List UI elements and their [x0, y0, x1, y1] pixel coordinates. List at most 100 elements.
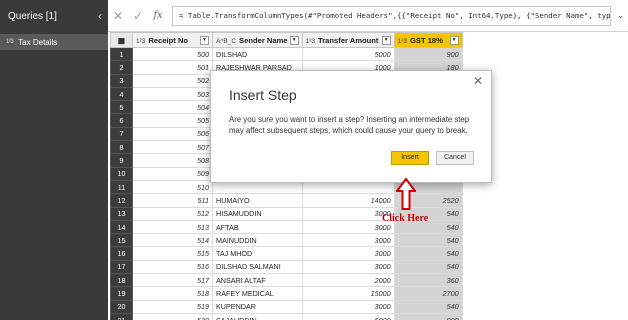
- cell-sender-name[interactable]: DILSHAD: [212, 46, 303, 62]
- cell-receipt-no[interactable]: 514: [132, 233, 213, 248]
- cell-receipt-no[interactable]: 504: [132, 100, 213, 115]
- cell-gst[interactable]: 540: [393, 246, 463, 261]
- table-row[interactable]: 17 516 DILSHAD SALMANI 3000 540: [110, 259, 463, 275]
- table-row[interactable]: 1 500 DILSHAD 5000 900: [110, 46, 463, 62]
- confirm-formula-icon[interactable]: ✓: [128, 9, 148, 23]
- cell-receipt-no[interactable]: 517: [132, 273, 213, 288]
- filter-dropdown-icon[interactable]: ▼: [200, 35, 209, 45]
- table-row[interactable]: 15 514 MAINUDDIN 3000 540: [110, 233, 463, 248]
- cell-gst[interactable]: 540: [393, 259, 463, 275]
- cell-transfer-amount[interactable]: 3000: [301, 246, 395, 261]
- cell-transfer-amount[interactable]: 14000: [301, 193, 395, 208]
- cell-receipt-no[interactable]: 513: [132, 219, 213, 235]
- cell-gst[interactable]: 540: [393, 233, 463, 248]
- cell-sender-name[interactable]: AFTAB: [212, 219, 303, 235]
- cell-gst[interactable]: 2700: [393, 286, 463, 301]
- row-number[interactable]: 15: [110, 233, 133, 248]
- cell-transfer-amount[interactable]: 3000: [301, 219, 395, 235]
- number-type-icon[interactable]: 1²3: [306, 38, 315, 45]
- cell-transfer-amount[interactable]: 5000: [301, 46, 395, 62]
- cell-receipt-no[interactable]: 512: [132, 206, 213, 221]
- column-header-gst[interactable]: 1²3 GST 18% ▼: [393, 32, 463, 48]
- cell-receipt-no[interactable]: 516: [132, 259, 213, 275]
- row-number[interactable]: 10: [110, 166, 133, 181]
- cell-receipt-no[interactable]: 500: [132, 46, 213, 62]
- cell-receipt-no[interactable]: 508: [132, 153, 213, 168]
- cell-gst[interactable]: 900: [393, 46, 463, 62]
- cell-transfer-amount[interactable]: 2000: [301, 273, 395, 288]
- cell-receipt-no[interactable]: 502: [132, 73, 213, 88]
- cell-transfer-amount[interactable]: 3000: [301, 259, 395, 275]
- query-item-tax-details[interactable]: 1²3 Tax Details: [0, 34, 108, 50]
- row-number[interactable]: 7: [110, 126, 133, 142]
- row-number[interactable]: 4: [110, 86, 133, 102]
- cell-receipt-no[interactable]: 505: [132, 113, 213, 128]
- cell-gst[interactable]: 900: [393, 312, 463, 320]
- cell-receipt-no[interactable]: 503: [132, 86, 213, 102]
- row-number[interactable]: 21: [110, 312, 133, 320]
- cell-transfer-amount[interactable]: 5000: [301, 312, 395, 320]
- collapse-pane-icon[interactable]: ‹: [98, 9, 102, 23]
- cell-receipt-no[interactable]: 510: [132, 179, 213, 195]
- cell-sender-name[interactable]: DILSHAD SALMANI: [212, 259, 303, 275]
- table-row[interactable]: 18 517 ANSARI ALTAF 2000 360: [110, 273, 463, 288]
- row-number[interactable]: 13: [110, 206, 133, 221]
- column-header-transfer-amount[interactable]: 1²3 Transfer Amount ▼: [301, 32, 395, 48]
- row-number[interactable]: 14: [110, 219, 133, 235]
- table-row[interactable]: 16 515 TAJ MHOD 3000 540: [110, 246, 463, 261]
- cell-transfer-amount[interactable]: 3000: [301, 206, 395, 221]
- row-number[interactable]: 17: [110, 259, 133, 275]
- cell-sender-name[interactable]: RAFEY MEDICAL: [212, 286, 303, 301]
- formula-input[interactable]: = Table.TransformColumnTypes(#"Promoted …: [172, 5, 612, 26]
- column-header-receipt-no[interactable]: 1²3 Receipt No ▼: [132, 32, 213, 48]
- cell-receipt-no[interactable]: 511: [132, 193, 213, 208]
- cell-receipt-no[interactable]: 509: [132, 166, 213, 181]
- cell-sender-name[interactable]: TAJ MHOD: [212, 246, 303, 261]
- text-type-icon[interactable]: A^B_C: [216, 38, 236, 45]
- cell-receipt-no[interactable]: 518: [132, 286, 213, 301]
- fx-icon[interactable]: fx: [148, 10, 168, 21]
- row-number[interactable]: 8: [110, 140, 133, 155]
- cell-sender-name[interactable]: ANSARI ALTAF: [212, 273, 303, 288]
- cell-gst[interactable]: 540: [393, 299, 463, 314]
- cell-sender-name[interactable]: SAJAUDDIN: [212, 312, 303, 320]
- row-number[interactable]: 9: [110, 153, 133, 168]
- filter-dropdown-icon[interactable]: ▼: [289, 35, 299, 45]
- number-type-icon[interactable]: 1²3: [398, 38, 407, 45]
- cell-receipt-no[interactable]: 506: [132, 126, 213, 142]
- cancel-button[interactable]: Cancel: [436, 151, 474, 165]
- row-number[interactable]: 3: [110, 73, 133, 88]
- row-number[interactable]: 6: [110, 113, 133, 128]
- column-header-sender-name[interactable]: A^B_C Sender Name ▼: [212, 32, 303, 48]
- filter-dropdown-icon[interactable]: ▼: [449, 35, 459, 45]
- cancel-formula-icon[interactable]: ✕: [108, 9, 128, 23]
- row-number[interactable]: 11: [110, 179, 133, 195]
- cell-gst[interactable]: 360: [393, 273, 463, 288]
- cell-transfer-amount[interactable]: 15000: [301, 286, 395, 301]
- cell-receipt-no[interactable]: 507: [132, 140, 213, 155]
- row-number[interactable]: 2: [110, 60, 133, 75]
- filter-dropdown-icon[interactable]: ▼: [381, 35, 391, 45]
- number-type-icon[interactable]: 1²3: [136, 38, 145, 45]
- cell-transfer-amount[interactable]: 3000: [301, 299, 395, 314]
- row-number[interactable]: 19: [110, 286, 133, 301]
- row-number[interactable]: 16: [110, 246, 133, 261]
- close-icon[interactable]: ✕: [473, 74, 483, 88]
- expand-formula-icon[interactable]: ⌄: [617, 11, 624, 20]
- cell-receipt-no[interactable]: 519: [132, 299, 213, 314]
- row-number[interactable]: 12: [110, 193, 133, 208]
- cell-transfer-amount[interactable]: 3000: [301, 233, 395, 248]
- table-menu-icon[interactable]: ▦: [110, 32, 133, 48]
- cell-sender-name[interactable]: KUPENDAR: [212, 299, 303, 314]
- row-number[interactable]: 18: [110, 273, 133, 288]
- cell-sender-name[interactable]: MAINUDDIN: [212, 233, 303, 248]
- row-number[interactable]: 5: [110, 100, 133, 115]
- cell-receipt-no[interactable]: 520: [132, 312, 213, 320]
- cell-sender-name[interactable]: HUMAIYO: [212, 193, 303, 208]
- table-row[interactable]: 19 518 RAFEY MEDICAL 15000 2700: [110, 286, 463, 301]
- cell-receipt-no[interactable]: 515: [132, 246, 213, 261]
- cell-receipt-no[interactable]: 501: [132, 60, 213, 75]
- row-number[interactable]: 20: [110, 299, 133, 314]
- table-row[interactable]: 21520SAJAUDDIN5000900: [110, 312, 463, 320]
- row-number[interactable]: 1: [110, 46, 133, 62]
